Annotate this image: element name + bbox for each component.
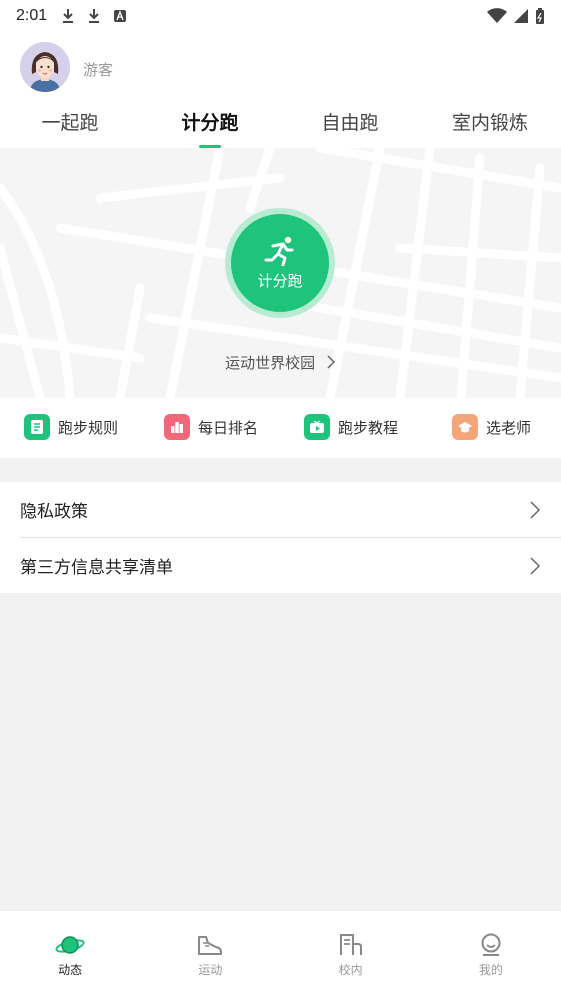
list-item-privacy-policy[interactable]: 隐私政策 [0,482,561,537]
tab-label: 室内锻炼 [451,112,528,134]
font-badge-icon [114,10,127,22]
graduation-cap-icon [452,414,478,440]
runner-icon [264,236,294,266]
chevron-right-icon [530,556,541,575]
start-button-inner: 计分跑 [231,214,329,312]
signal-icon [514,9,528,23]
tab-indoor-workout[interactable]: 室内锻炼 [420,104,560,148]
tab-label: 自由跑 [321,112,379,134]
tab-label: 一起跑 [41,112,99,134]
quick-action-label: 跑步教程 [338,418,399,437]
clipboard-icon [24,414,50,440]
battery-icon [536,7,544,24]
campus-link-label: 运动世界校园 [225,354,316,372]
chevron-right-icon [327,355,335,369]
start-button-label: 计分跑 [257,271,303,290]
tab-score-run[interactable]: 计分跑 [140,104,280,148]
quick-action-teacher[interactable]: 选老师 [452,414,531,440]
username: 游客 [83,61,114,79]
nav-campus[interactable]: 校内 [281,911,421,997]
quick-actions: 跑步规则 每日排名 跑步教程 选老师 [0,398,561,458]
bottom-nav: 动态 运动 校内 我的 [0,910,561,997]
quick-action-tutorial[interactable]: 跑步教程 [304,414,398,440]
avatar[interactable] [20,42,70,92]
status-icons-right [487,7,545,25]
list-item-label: 第三方信息共享清单 [20,558,173,578]
download-icon [89,9,100,23]
shoe-icon [198,936,223,955]
planet-icon [55,936,85,954]
settings-list: 隐私政策 第三方信息共享清单 [0,482,561,593]
school-icon [339,934,362,955]
status-bar: 2:01 [0,0,561,32]
nav-label: 我的 [478,963,503,977]
quick-action-ranking[interactable]: 每日排名 [164,414,258,440]
download-icon [63,9,74,23]
tab-label: 计分跑 [181,112,239,134]
nav-label: 动态 [58,963,83,977]
campus-link[interactable]: 运动世界校园 [0,352,561,373]
nav-profile[interactable]: 我的 [421,911,561,997]
avatar-portrait-icon [20,42,70,92]
chevron-right-icon [530,500,541,519]
status-icons-left [61,8,127,24]
profile-icon [481,933,501,956]
tab-free-run[interactable]: 自由跑 [280,104,420,148]
nav-label: 校内 [338,963,363,977]
header: 游客 一起跑 计分跑 自由跑 室内锻炼 [0,32,561,148]
quick-action-label: 每日排名 [198,418,259,437]
status-time: 2:01 [16,7,48,24]
nav-sport[interactable]: 运动 [140,911,280,997]
list-item-third-party-sharing[interactable]: 第三方信息共享清单 [0,538,561,593]
list-item-label: 隐私政策 [20,502,88,522]
tv-icon [304,414,330,440]
tab-group-run[interactable]: 一起跑 [0,104,140,148]
start-score-run-button[interactable]: 计分跑 [225,208,335,318]
map-area: 计分跑 运动世界校园 [0,148,561,398]
wifi-icon [487,8,507,23]
quick-action-label: 跑步规则 [58,418,119,437]
nav-label: 运动 [198,963,223,977]
quick-action-rules[interactable]: 跑步规则 [24,414,118,440]
run-mode-tabs: 一起跑 计分跑 自由跑 室内锻炼 [0,104,561,148]
quick-action-label: 选老师 [486,418,532,437]
ranking-icon [164,414,190,440]
nav-feed[interactable]: 动态 [0,911,140,997]
